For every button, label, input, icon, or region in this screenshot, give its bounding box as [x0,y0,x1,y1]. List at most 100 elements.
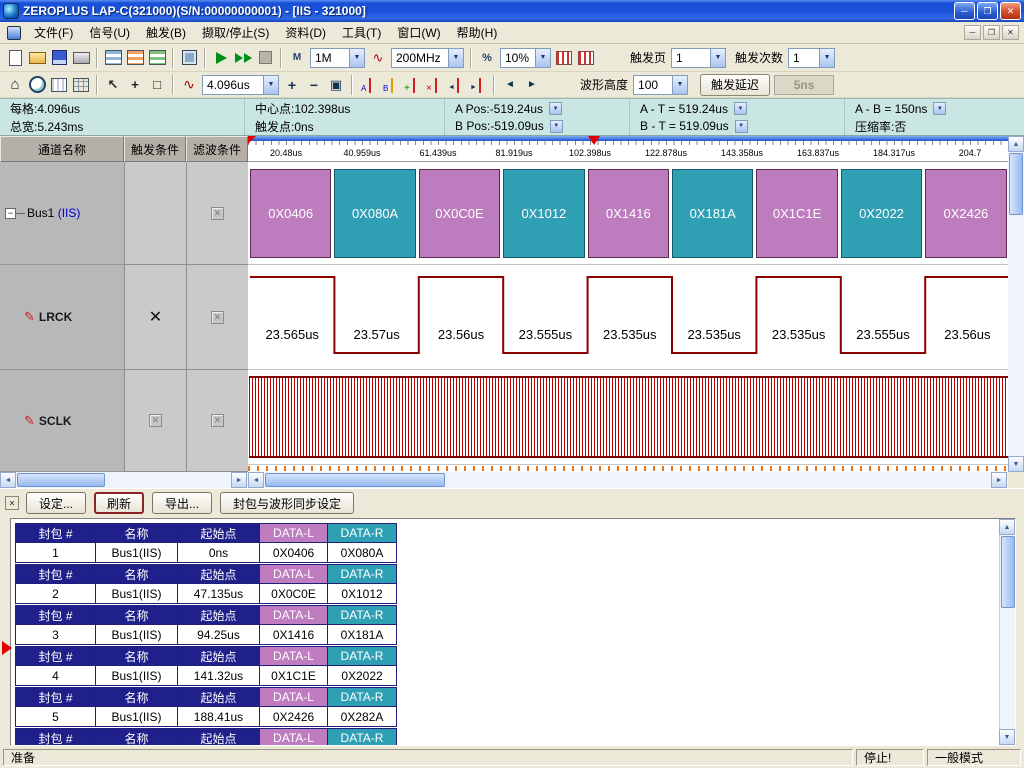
scroll-thumb[interactable] [17,473,105,487]
print-icon[interactable] [70,47,92,69]
pointer-icon[interactable] [102,74,124,96]
bus-data-segment[interactable]: 0X0C0E [419,169,500,258]
zoom-in-icon[interactable] [281,74,303,96]
bar-a-icon[interactable] [357,74,379,96]
packet-group[interactable]: 封包 #名称起始点DATA-LDATA-R4Bus1(IIS)141.32us0… [15,646,397,686]
scroll-left-button[interactable] [248,472,264,488]
hand-move-icon[interactable] [124,74,146,96]
wave-height-dropdown-button[interactable] [672,76,687,94]
run-icon[interactable] [210,47,232,69]
packet-value-row[interactable]: 2Bus1(IIS)47.135us0X0C0E0X1012 [16,584,396,603]
scroll-left-button[interactable] [0,472,16,488]
close-panel-icon[interactable] [5,496,19,510]
trigger-position-select-dropdown-button[interactable] [535,49,550,67]
sample-depth-icon[interactable] [286,47,308,69]
packet-group[interactable]: 封包 #名称起始点DATA-LDATA-R2Bus1(IIS)47.135us0… [15,564,397,604]
sample-depth-select-value[interactable]: 1M [311,49,349,67]
bus-data-segment[interactable]: 0X2022 [841,169,922,258]
packet-group[interactable]: 封包 #名称起始点DATA-LDATA-R1Bus1(IIS)0ns0X0406… [15,523,397,563]
packet-vscrollbar[interactable] [999,519,1015,745]
scroll-thumb[interactable] [1009,153,1023,215]
edit-pen-icon[interactable] [24,309,35,325]
trigger-page-value[interactable]: 1 [672,49,710,67]
packet-value-row[interactable]: 3Bus1(IIS)94.25us0X14160X181A [16,625,396,644]
scroll-thumb[interactable] [265,473,445,487]
packet-value-row[interactable]: 1Bus1(IIS)0ns0X04060X080A [16,543,396,562]
export-button[interactable]: 导出... [152,492,212,514]
bar-next-icon[interactable] [467,74,489,96]
packet-value-row[interactable]: 5Bus1(IIS)188.41us0X24260X282A [16,707,396,726]
packet-group[interactable]: 封包 #名称起始点DATA-LDATA-R3Bus1(IIS)94.25us0X… [15,605,397,645]
waveform-icon[interactable] [178,74,200,96]
menu-item[interactable]: 窗口(W) [389,21,448,44]
a-minus-t-dropdown-button[interactable] [734,102,747,115]
edit-pen-icon[interactable] [24,413,35,429]
waveform-hscrollbar[interactable] [248,472,1008,488]
trigger-position-select-value[interactable]: 10% [501,49,535,67]
packet-group[interactable]: 封包 #名称起始点DATA-LDATA-R5Bus1(IIS)188.41us0… [15,687,397,727]
packet-value-row[interactable]: 4Bus1(IIS)141.32us0X1C1E0X2022 [16,666,396,685]
sample-rate-select-value[interactable]: 200MHz [392,49,448,67]
time-scale-dropdown-button[interactable] [263,76,278,94]
trigger-cell-bus1[interactable] [124,162,186,265]
bus-grid-1-icon[interactable] [102,47,124,69]
bus-data-segment[interactable]: 0X080A [334,169,415,258]
ruler-grid-icon[interactable] [48,74,70,96]
bus-grid-2-icon[interactable] [124,47,146,69]
clock-icon[interactable] [26,74,48,96]
trigger-count-value[interactable]: 1 [789,49,819,67]
channel-name-lrck[interactable]: LRCK [0,265,124,370]
zoom-out-icon[interactable] [303,74,325,96]
zoom-box-icon[interactable] [146,74,168,96]
channel-panel-hscrollbar[interactable] [0,472,248,488]
sample-depth-select-dropdown-button[interactable] [349,49,364,67]
bus-data-segment[interactable]: 0X1012 [503,169,584,258]
close-button[interactable] [1000,2,1021,20]
scroll-down-button[interactable] [999,729,1015,745]
bus-grid-3-icon[interactable] [146,47,168,69]
origin-marker[interactable] [248,136,256,144]
time-ruler[interactable]: 20.48us40.959us61.439us81.919us102.398us… [248,136,1008,162]
mdi-minimize-button[interactable] [964,25,981,40]
scroll-up-button[interactable] [999,519,1015,535]
bus-data-segment[interactable]: 0X1C1E [756,169,837,258]
save-file-icon[interactable] [48,47,70,69]
wave-height-value[interactable]: 100 [634,76,672,94]
b-minus-t-dropdown-button[interactable] [735,120,748,133]
menu-item[interactable]: 文件(F) [26,21,81,44]
document-icon[interactable] [7,26,21,40]
bus-data-segment[interactable]: 0X1416 [588,169,669,258]
bar-del-icon[interactable] [423,74,445,96]
filter-cell-bus1[interactable] [186,162,248,265]
filter-cell-lrck[interactable] [186,265,248,370]
zoom-fit-icon[interactable] [325,74,347,96]
scroll-thumb[interactable] [1001,536,1015,608]
trigger-marker[interactable] [588,136,600,145]
waveform-vscrollbar[interactable] [1008,136,1024,472]
trigger-page-dropdown-button[interactable] [710,49,725,67]
trigger-cell-lrck[interactable]: ✕ [124,265,186,370]
new-file-icon[interactable] [4,47,26,69]
tree-collapse-icon[interactable] [5,208,16,219]
menu-item[interactable]: 撷取/停止(S) [194,21,277,44]
settings-button[interactable]: 设定... [26,492,86,514]
scroll-right-button[interactable] [231,472,247,488]
minimize-button[interactable] [954,2,975,20]
bus-data-segment[interactable]: 0X0406 [250,169,331,258]
trigger-delay-button[interactable]: 触发延迟 [700,74,770,96]
bar-prev-icon[interactable] [445,74,467,96]
a-position-dropdown-button[interactable] [549,102,562,115]
trigger-icon-a-icon[interactable] [553,47,575,69]
menu-item[interactable]: 工具(T) [334,21,389,44]
menu-item[interactable]: 触发(B) [138,21,194,44]
column-header-filter-condition[interactable]: 滤波条件 [186,136,248,162]
scroll-down-button[interactable] [1008,456,1024,472]
bus-data-segment[interactable]: 0X181A [672,169,753,258]
scroll-up-button[interactable] [1008,136,1024,152]
restore-button[interactable] [977,2,998,20]
menu-item[interactable]: 帮助(H) [449,21,506,44]
home-icon[interactable] [4,74,26,96]
open-file-icon[interactable] [26,47,48,69]
menu-item[interactable]: 资料(D) [277,21,334,44]
packet-wave-sync-button[interactable]: 封包与波形同步设定 [220,492,354,514]
